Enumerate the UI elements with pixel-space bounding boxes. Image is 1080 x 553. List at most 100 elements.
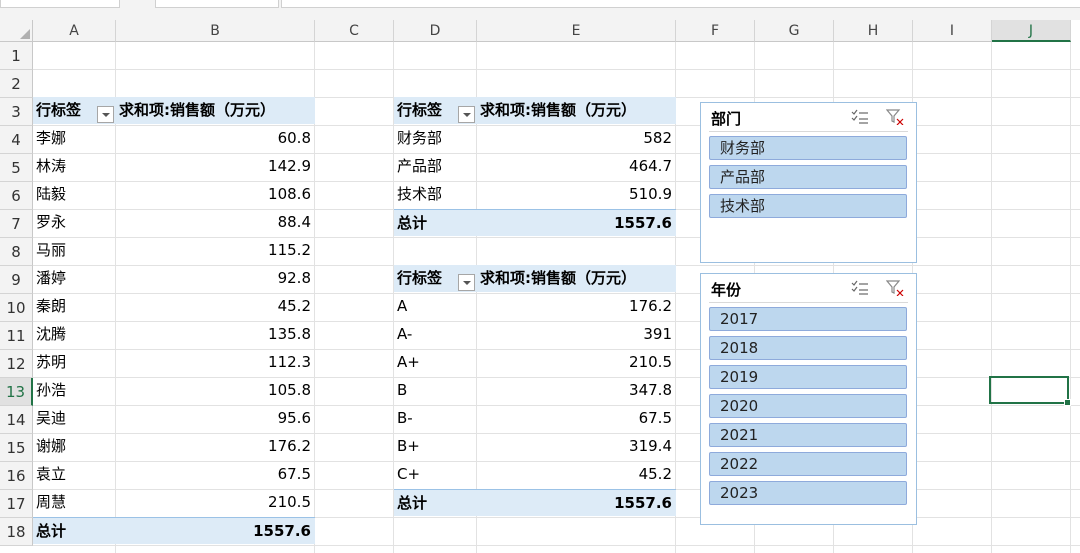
- sheet-grid[interactable]: 行标签 求和项:销售额（万元） 李娜 60.8 林涛 142.9 陆毅 108.6 罗永 88…: [33, 42, 1080, 553]
- column-header-i[interactable]: I: [913, 20, 992, 42]
- pivot1-total-value[interactable]: 1557.6: [116, 517, 315, 544]
- slicer-item[interactable]: 2022: [709, 452, 907, 476]
- pivot3-row-label[interactable]: A+: [394, 349, 477, 376]
- pivot1-row-value[interactable]: 88.4: [116, 209, 315, 236]
- pivot1-row-label[interactable]: 马丽: [33, 237, 116, 264]
- column-header-a[interactable]: A: [33, 20, 116, 42]
- pivot1-row-value[interactable]: 135.8: [116, 321, 315, 348]
- pivot1-row-label[interactable]: 潘婷: [33, 265, 116, 292]
- pivot1-row-label[interactable]: 孙浩: [33, 377, 116, 404]
- pivot2-row-value[interactable]: 464.7: [477, 153, 676, 180]
- pivot2-total-value[interactable]: 1557.6: [477, 209, 676, 236]
- slicer-item[interactable]: 2019: [709, 365, 907, 389]
- active-cell[interactable]: [989, 376, 1071, 406]
- row-header-1[interactable]: 1: [0, 42, 33, 70]
- pivot3-row-label[interactable]: B: [394, 377, 477, 404]
- pivot1-row-label[interactable]: 秦朗: [33, 293, 116, 320]
- pivot3-row-label[interactable]: A-: [394, 321, 477, 348]
- pivot3-row-value[interactable]: 347.8: [477, 377, 676, 404]
- row-header-12[interactable]: 12: [0, 350, 33, 378]
- slicer-item[interactable]: 2021: [709, 423, 907, 447]
- row-header-3[interactable]: 3: [0, 98, 33, 126]
- pivot1-row-value[interactable]: 115.2: [116, 237, 315, 264]
- pivot1-row-value[interactable]: 67.5: [116, 461, 315, 488]
- pivot1-row-label[interactable]: 谢娜: [33, 433, 116, 460]
- pivot3-row-value[interactable]: 391: [477, 321, 676, 348]
- pivot3-row-value[interactable]: 210.5: [477, 349, 676, 376]
- pivot1-row-label[interactable]: 罗永: [33, 209, 116, 236]
- pivot2-row-label[interactable]: 技术部: [394, 181, 477, 208]
- row-header-14[interactable]: 14: [0, 406, 33, 434]
- slicer-item[interactable]: 财务部: [709, 136, 907, 160]
- pivot3-total-value[interactable]: 1557.6: [477, 489, 676, 516]
- pivot1-row-value[interactable]: 210.5: [116, 489, 315, 516]
- row-header-17[interactable]: 17: [0, 490, 33, 518]
- pivot1-row-label[interactable]: 李娜: [33, 125, 116, 152]
- pivot2-row-label[interactable]: 产品部: [394, 153, 477, 180]
- row-header-10[interactable]: 10: [0, 294, 33, 322]
- pivot3-filter-dropdown[interactable]: [458, 274, 475, 291]
- pivot1-row-value[interactable]: 60.8: [116, 125, 315, 152]
- pivot1-row-value[interactable]: 95.6: [116, 405, 315, 432]
- pivot3-row-value[interactable]: 45.2: [477, 461, 676, 488]
- column-header-e[interactable]: E: [477, 20, 676, 42]
- pivot1-row-label[interactable]: 林涛: [33, 153, 116, 180]
- column-header-j[interactable]: J: [992, 20, 1071, 42]
- clear-filter-icon[interactable]: [886, 109, 904, 125]
- row-header-2[interactable]: 2: [0, 70, 33, 98]
- fill-handle[interactable]: [1064, 399, 1071, 406]
- slicer-item[interactable]: 产品部: [709, 165, 907, 189]
- column-header-d[interactable]: D: [394, 20, 477, 42]
- row-header-11[interactable]: 11: [0, 322, 33, 350]
- slicer-department[interactable]: 部门 财务部 产品部 技术部: [700, 102, 917, 263]
- row-header-6[interactable]: 6: [0, 182, 33, 210]
- name-box[interactable]: [0, 0, 120, 8]
- multi-select-icon[interactable]: [851, 280, 869, 296]
- pivot2-total-label[interactable]: 总计: [394, 209, 477, 236]
- pivot2-row-label[interactable]: 财务部: [394, 125, 477, 152]
- formula-controls[interactable]: [155, 0, 279, 8]
- slicer-item[interactable]: 技术部: [709, 194, 907, 218]
- formula-input[interactable]: [281, 0, 1080, 8]
- pivot2-filter-dropdown[interactable]: [458, 106, 475, 123]
- pivot3-total-label[interactable]: 总计: [394, 489, 477, 516]
- pivot1-row-value[interactable]: 105.8: [116, 377, 315, 404]
- pivot2-row-value[interactable]: 582: [477, 125, 676, 152]
- pivot1-row-label[interactable]: 吴迪: [33, 405, 116, 432]
- pivot2-row-value[interactable]: 510.9: [477, 181, 676, 208]
- pivot3-row-value[interactable]: 319.4: [477, 433, 676, 460]
- row-header-15[interactable]: 15: [0, 434, 33, 462]
- slicer-year[interactable]: 年份 2017 2018 2019 2020 2021 2022 2023: [700, 273, 917, 525]
- pivot3-row-value[interactable]: 67.5: [477, 405, 676, 432]
- pivot3-row-label[interactable]: A: [394, 293, 477, 320]
- slicer-item[interactable]: 2020: [709, 394, 907, 418]
- pivot1-filter-dropdown[interactable]: [97, 106, 114, 123]
- pivot1-value-header[interactable]: 求和项:销售额（万元）: [116, 97, 315, 124]
- column-header-f[interactable]: F: [676, 20, 755, 42]
- pivot1-row-label[interactable]: 陆毅: [33, 181, 116, 208]
- pivot2-value-header[interactable]: 求和项:销售额（万元）: [477, 97, 676, 124]
- pivot1-row-value[interactable]: 108.6: [116, 181, 315, 208]
- pivot1-row-label[interactable]: 苏明: [33, 349, 116, 376]
- pivot3-value-header[interactable]: 求和项:销售额（万元）: [477, 265, 676, 292]
- pivot1-row-label[interactable]: 沈腾: [33, 321, 116, 348]
- pivot3-row-label[interactable]: B-: [394, 405, 477, 432]
- pivot1-row-value[interactable]: 92.8: [116, 265, 315, 292]
- pivot3-row-label[interactable]: C+: [394, 461, 477, 488]
- row-header-16[interactable]: 16: [0, 462, 33, 490]
- row-header-9[interactable]: 9: [0, 266, 33, 294]
- row-header-8[interactable]: 8: [0, 238, 33, 266]
- column-header-c[interactable]: C: [315, 20, 394, 42]
- column-header-h[interactable]: H: [834, 20, 913, 42]
- row-header-7[interactable]: 7: [0, 210, 33, 238]
- multi-select-icon[interactable]: [851, 109, 869, 125]
- column-header-b[interactable]: B: [116, 20, 315, 42]
- slicer-item[interactable]: 2017: [709, 307, 907, 331]
- pivot1-row-value[interactable]: 45.2: [116, 293, 315, 320]
- row-header-13[interactable]: 13: [0, 378, 33, 406]
- row-header-5[interactable]: 5: [0, 154, 33, 182]
- pivot3-row-value[interactable]: 176.2: [477, 293, 676, 320]
- pivot3-row-label[interactable]: B+: [394, 433, 477, 460]
- clear-filter-icon[interactable]: [886, 280, 904, 296]
- select-all-corner[interactable]: [0, 20, 33, 42]
